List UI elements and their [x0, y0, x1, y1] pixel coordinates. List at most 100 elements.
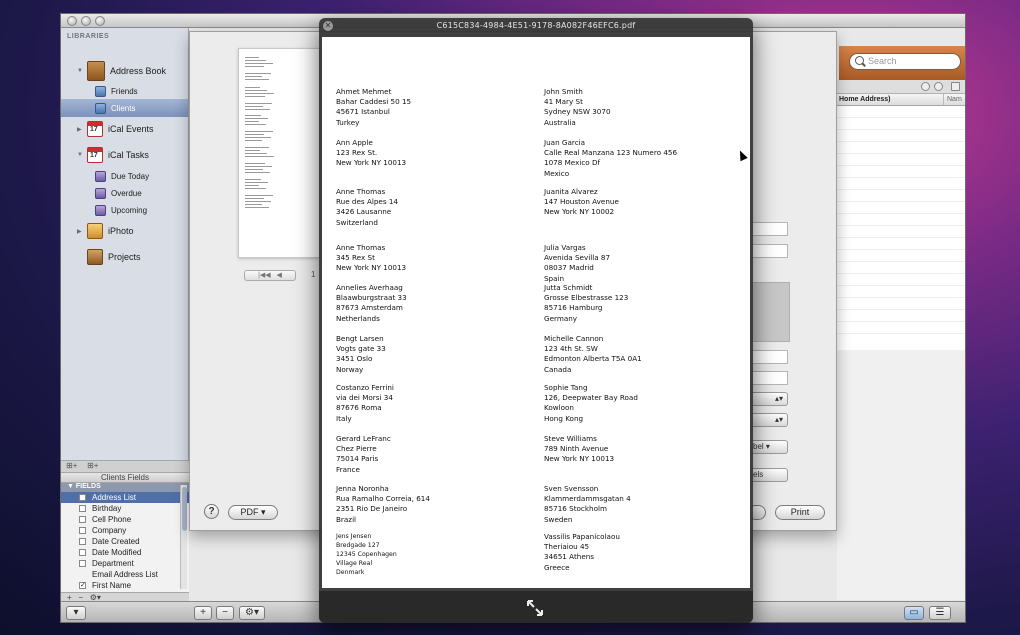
thumbnail-text-line	[245, 179, 261, 180]
field-row-email-address-list[interactable]: Email Address List	[61, 569, 189, 580]
gear-icon[interactable]	[921, 82, 930, 91]
fields-group-header[interactable]: ▼ FIELDS	[61, 483, 189, 492]
address-block: Juan Garcia Calle Real Manzana 123 Numero…	[544, 138, 724, 179]
libraries-header: LIBRARIES	[67, 33, 110, 40]
fields-scrollbar[interactable]	[180, 485, 187, 589]
field-checkbox[interactable]	[79, 527, 86, 534]
address-line: Julia Vargas	[544, 243, 586, 252]
address-line: 2351 Rio De Janeiro	[336, 504, 408, 514]
sidebar-item-projects[interactable]: Projects	[61, 248, 188, 266]
address-line: 147 Houston Avenue	[544, 197, 619, 207]
sidebar-item-iphoto[interactable]: ▶ iPhoto	[61, 222, 188, 240]
sidebar-item-ical-tasks[interactable]: ▼ iCal Tasks	[61, 146, 188, 164]
add-smart-list-icon[interactable]: ⊞+	[87, 461, 98, 470]
fields-panel: Clients Fields ▼ FIELDS Address List Bir…	[61, 472, 189, 600]
print-option-field[interactable]	[748, 371, 788, 385]
address-line: Vogts gate 33	[336, 344, 386, 354]
address-line: Kowloon	[544, 403, 574, 413]
disclosure-triangle-icon[interactable]: ▼	[77, 152, 83, 158]
field-checkbox[interactable]	[79, 494, 86, 501]
labels-button[interactable]: els	[748, 468, 788, 482]
field-checkbox-checked[interactable]: ✓	[79, 582, 86, 589]
field-label: Email Address List	[92, 570, 158, 579]
address-block: Sven Svensson Klammerdammsgatan 4 85716 St…	[544, 484, 724, 525]
field-row-date-created[interactable]: Date Created	[61, 536, 189, 547]
address-line: Ahmet Mehmet	[336, 87, 392, 96]
print-button[interactable]: Print	[775, 505, 825, 520]
address-line: 789 Ninth Avenue	[544, 444, 609, 454]
address-line: Bredgade 127	[336, 542, 380, 549]
close-window-button[interactable]	[67, 16, 77, 26]
address-line: Australia	[544, 117, 576, 127]
field-row-address-list[interactable]: Address List	[61, 492, 189, 503]
thumbnail-text-line	[245, 188, 266, 189]
address-line: Annelies Averhaag	[336, 283, 403, 292]
column-header-name[interactable]: Nam	[943, 94, 962, 105]
column-header-home-address[interactable]: Home Address)	[839, 96, 890, 103]
smart-list-icon	[95, 204, 106, 216]
list-header[interactable]: Home Address) Nam	[837, 94, 965, 106]
address-line: Gerard LeFranc	[336, 434, 391, 443]
address-block: Jenna Noronha Rua Ramalho Correia, 614 235…	[336, 484, 516, 525]
minimize-window-button[interactable]	[81, 16, 91, 26]
sidebar-item-label: iPhoto	[108, 226, 134, 236]
sidebar-item-due-today[interactable]: Due Today	[61, 167, 188, 185]
print-option-field[interactable]	[748, 222, 788, 236]
view-toggle-button[interactable]: ▭	[904, 606, 924, 620]
records-list[interactable]: Home Address) Nam	[837, 80, 965, 600]
sidebar-menu-button[interactable]: ▾	[66, 606, 86, 620]
print-option-field[interactable]	[748, 244, 788, 258]
field-row-date-modified[interactable]: Date Modified	[61, 547, 189, 558]
sidebar-item-upcoming[interactable]: Upcoming	[61, 201, 188, 219]
sidebar-item-overdue[interactable]: Overdue	[61, 184, 188, 202]
print-option-popup[interactable]: ▴▾	[748, 392, 788, 406]
address-line: 3451 Oslo	[336, 354, 373, 364]
thumbnail-text-line	[245, 185, 259, 186]
pdf-button[interactable]: PDF ▾	[228, 505, 278, 520]
quicklook-panel: ✕ C615C834-4984-4E51-9178-8A082F46EFC6.p…	[319, 18, 753, 623]
sidebar-item-clients[interactable]: Clients	[61, 99, 188, 117]
sidebar-item-address-book[interactable]: ▼ Address Book	[61, 61, 188, 81]
help-button[interactable]: ?	[204, 504, 219, 519]
list-view-button[interactable]: ☰	[929, 606, 951, 620]
field-row-company[interactable]: Company	[61, 525, 189, 536]
field-checkbox[interactable]	[79, 549, 86, 556]
print-option-popup[interactable]: ▴▾	[748, 413, 788, 427]
zoom-window-button[interactable]	[95, 16, 105, 26]
columns-icon[interactable]	[951, 82, 960, 91]
field-checkbox[interactable]	[79, 560, 86, 567]
search-icon	[855, 56, 864, 65]
field-checkbox[interactable]	[79, 505, 86, 512]
thumbnail-text-line	[245, 163, 265, 164]
page-navigation[interactable]: |◀◀ ◀	[244, 270, 296, 281]
thumbnail-text-line	[245, 73, 271, 74]
search-input[interactable]: Search	[849, 53, 961, 70]
address-block: Julia Vargas Avenida Sevilla 87 08037 Madr…	[544, 243, 724, 284]
remove-record-button[interactable]: −	[216, 606, 234, 620]
record-action-button[interactable]: ⚙▾	[239, 606, 265, 620]
field-row-first-name[interactable]: ✓ First Name	[61, 580, 189, 591]
print-option-field[interactable]	[748, 350, 788, 364]
fullscreen-icon[interactable]	[526, 599, 544, 617]
sidebar-item-ical-events[interactable]: ▶ iCal Events	[61, 120, 188, 138]
disclosure-triangle-icon[interactable]: ▼	[77, 68, 83, 74]
add-library-icon[interactable]: ⊞+	[66, 461, 77, 470]
address-line: via dei Morsi 34	[336, 393, 393, 403]
disclosure-triangle-icon[interactable]: ▶	[77, 126, 83, 133]
sidebar-item-friends[interactable]: Friends	[61, 82, 188, 100]
sidebar-item-label: Address Book	[110, 66, 167, 76]
field-label: Cell Phone	[92, 515, 132, 524]
field-checkbox[interactable]	[79, 516, 86, 523]
thumbnail-text-line	[245, 198, 264, 199]
field-checkbox[interactable]	[79, 538, 86, 545]
field-row-department[interactable]: Department	[61, 558, 189, 569]
list-empty-area	[837, 350, 965, 600]
add-record-button[interactable]: +	[194, 606, 212, 620]
field-row-cell-phone[interactable]: Cell Phone	[61, 514, 189, 525]
address-line: 75014 Paris	[336, 454, 379, 464]
address-line: Mexico	[544, 168, 570, 178]
gear-icon[interactable]	[934, 82, 943, 91]
field-row-birthday[interactable]: Birthday	[61, 503, 189, 514]
disclosure-triangle-icon[interactable]: ▶	[77, 228, 83, 235]
label-popup[interactable]: bel ▾	[748, 440, 788, 454]
